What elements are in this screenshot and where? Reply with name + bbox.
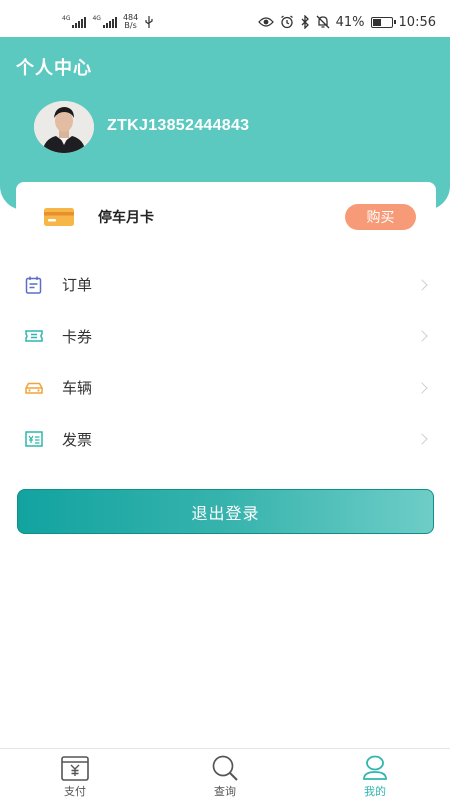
- avatar-image: [34, 101, 94, 153]
- signal-icon: 4G: [92, 15, 117, 28]
- invoice-icon: [25, 431, 43, 447]
- avatar[interactable]: [34, 101, 94, 153]
- clock-time: 10:56: [398, 14, 436, 30]
- car-icon: [25, 382, 43, 394]
- signal-icon: 4G: [62, 15, 87, 28]
- menu-item-label: 订单: [62, 276, 93, 295]
- chevron-right-icon: [416, 433, 428, 445]
- menu-item-vehicles[interactable]: 车辆: [0, 362, 450, 414]
- bottom-tab-bar: 支付 查询 我的: [0, 748, 450, 800]
- username: ZTKJ13852444843: [107, 117, 250, 134]
- calendar-icon: [25, 276, 42, 294]
- wallet-icon: [61, 756, 89, 781]
- tab-query[interactable]: 查询: [150, 749, 300, 800]
- tab-mine[interactable]: 我的: [300, 749, 450, 800]
- menu-item-label: 车辆: [62, 379, 93, 398]
- usb-icon: [145, 16, 153, 28]
- tab-label: 支付: [64, 785, 86, 798]
- card-title: 停车月卡: [98, 210, 154, 226]
- signal-label: 4G: [62, 15, 71, 22]
- battery-percent: 41%: [335, 14, 365, 30]
- tab-pay[interactable]: 支付: [0, 749, 150, 800]
- mute-icon: [316, 15, 330, 29]
- ticket-icon: [25, 330, 43, 342]
- user-icon: [363, 755, 387, 780]
- tab-label: 查询: [214, 785, 236, 798]
- search-icon: [212, 755, 238, 781]
- monthly-pass-card[interactable]: 停车月卡 购买: [16, 182, 436, 250]
- chevron-right-icon: [416, 279, 428, 291]
- menu-item-invoices[interactable]: 发票: [0, 414, 450, 466]
- chevron-right-icon: [416, 382, 428, 394]
- battery-icon: [370, 16, 396, 28]
- network-speed: 484 B/s: [123, 14, 138, 30]
- menu-item-label: 卡券: [62, 327, 93, 346]
- alarm-icon: [280, 15, 293, 29]
- bluetooth-icon: [301, 15, 309, 29]
- logout-button[interactable]: 退出登录: [17, 489, 434, 534]
- signal-label: 4G: [92, 15, 101, 22]
- network-speed-unit: B/s: [124, 21, 137, 30]
- menu-item-orders[interactable]: 订单: [0, 259, 450, 311]
- menu-item-label: 发票: [62, 430, 93, 449]
- chevron-right-icon: [416, 330, 428, 342]
- eye-icon: [257, 17, 274, 27]
- buy-button[interactable]: 购买: [345, 204, 416, 230]
- card-icon: [44, 208, 74, 226]
- menu-item-coupons[interactable]: 卡券: [0, 311, 450, 363]
- tab-label: 我的: [364, 785, 386, 798]
- menu-list: 订单 卡券 车辆 发票: [0, 259, 450, 465]
- page-title: 个人中心: [16, 58, 92, 79]
